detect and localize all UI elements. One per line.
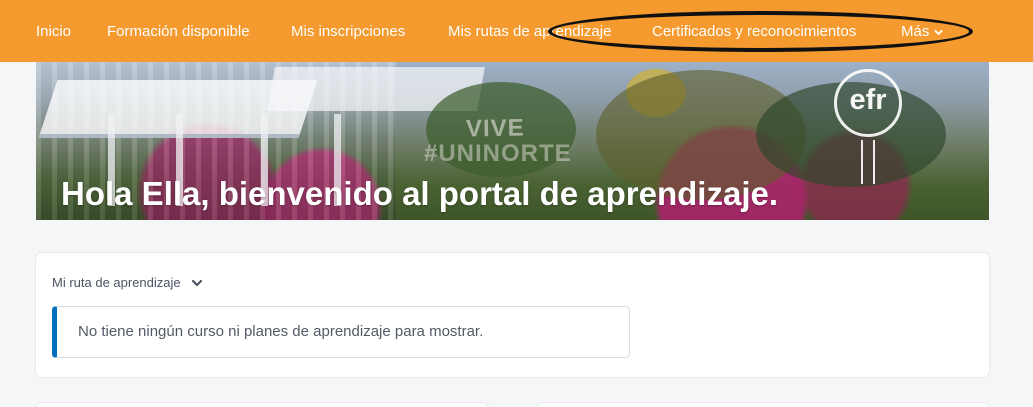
nav-item-inicio[interactable]: Inicio <box>36 22 71 42</box>
partial-card-left <box>36 403 488 407</box>
learning-portal-page: Inicio Formación disponible Mis inscripc… <box>0 0 1033 407</box>
chevron-down-icon[interactable] <box>191 278 203 288</box>
nav-item-mis-inscripciones[interactable]: Mis inscripciones <box>291 22 405 42</box>
chevron-down-icon <box>934 28 943 37</box>
efr-logo: efr <box>834 69 902 137</box>
nav-item-formacion-disponible[interactable]: Formación disponible <box>107 22 250 42</box>
campus-sign-text: VIVE <box>465 114 525 143</box>
learning-path-header[interactable]: Mi ruta de aprendizaje <box>52 273 203 293</box>
nav-item-mas-label: Más <box>901 23 930 40</box>
nav-item-certificados-y-reconocimientos[interactable]: Certificados y reconocimientos <box>652 22 856 42</box>
learning-path-widget: Mi ruta de aprendizaje No tiene ningún c… <box>36 253 989 377</box>
efr-logo-flag <box>861 140 875 184</box>
empty-learning-path-message: No tiene ningún curso ni planes de apren… <box>52 306 630 358</box>
welcome-greeting: Hola Ella, bienvenido al portal de apren… <box>61 175 779 213</box>
nav-item-mis-rutas-de-aprendizaje[interactable]: Mis rutas de aprendizaje <box>448 22 611 42</box>
partial-card-right <box>537 403 989 407</box>
empty-message-text: No tiene ningún curso ni planes de apren… <box>78 323 484 340</box>
campus-sign-text: #UNINORTE <box>424 140 572 167</box>
top-navigation-bar: Inicio Formación disponible Mis inscripc… <box>0 0 1033 62</box>
learning-path-title: Mi ruta de aprendizaje <box>52 275 181 290</box>
nav-item-mas[interactable]: Más <box>901 22 943 42</box>
welcome-banner: VIVE #UNINORTE efr Hola Ella, bienvenido… <box>36 62 989 220</box>
main-navigation: Inicio Formación disponible Mis inscripc… <box>0 22 1033 46</box>
